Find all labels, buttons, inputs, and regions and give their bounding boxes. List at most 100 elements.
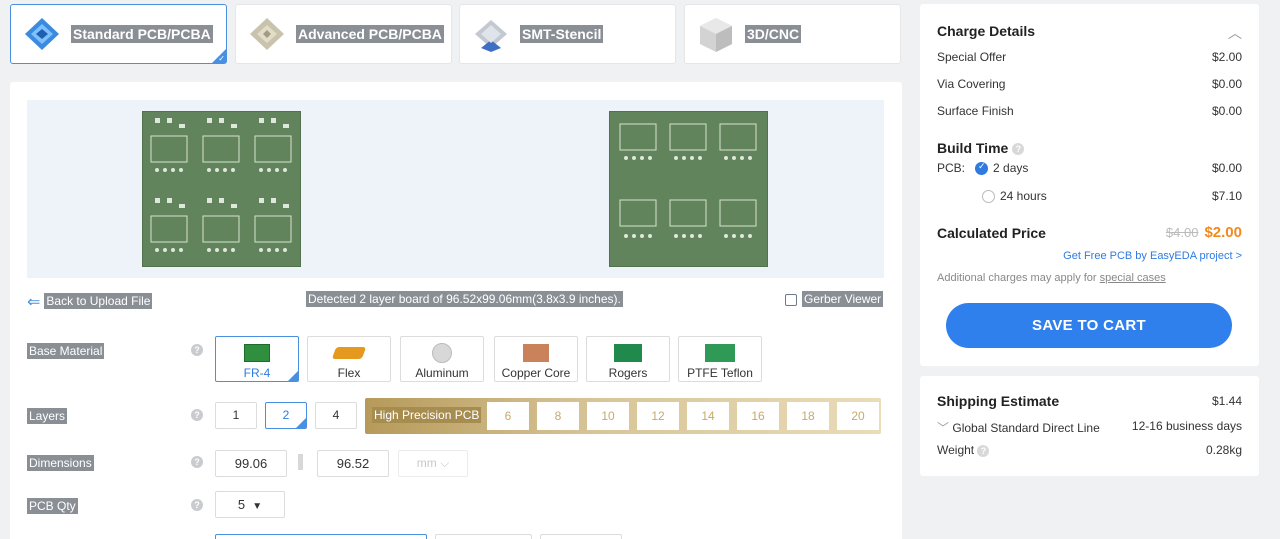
- qty-value: 5: [237, 497, 246, 512]
- chevron-up-icon[interactable]: ︿: [1228, 23, 1242, 43]
- tab-smt-stencil[interactable]: SMT-Stencil: [459, 4, 676, 64]
- charge-details-card: Charge Details ︿ Special Offer $2.00 Via…: [920, 4, 1259, 366]
- 3d-cnc-icon: [693, 11, 739, 57]
- charge-row: Special Offer $2.00: [937, 50, 1242, 64]
- layers-option-12[interactable]: 12: [637, 402, 679, 430]
- layers-value: 2: [282, 408, 290, 422]
- layers-option-1[interactable]: 1: [215, 402, 257, 429]
- advanced-pcb-icon: [244, 11, 290, 57]
- next-option[interactable]: [435, 534, 532, 539]
- shipping-method: Global Standard Direct Line: [952, 421, 1100, 435]
- dimension-y-input[interactable]: 96.52: [317, 450, 389, 477]
- special-cases-link[interactable]: special cases: [1100, 272, 1166, 284]
- magnifier-icon: [785, 293, 797, 306]
- charge-label: Surface Finish: [937, 104, 1014, 118]
- qty-select[interactable]: 5 ▼: [215, 491, 285, 518]
- layers-option-4[interactable]: 4: [315, 402, 357, 429]
- gerber-viewer-link[interactable]: Gerber Viewer: [785, 291, 884, 310]
- material-aluminum[interactable]: Aluminum: [400, 336, 484, 382]
- save-to-cart-button[interactable]: SAVE TO CART: [946, 303, 1232, 348]
- charge-value: $2.00: [1211, 50, 1242, 64]
- new-price: $2.00: [1204, 224, 1242, 241]
- tab-label: Standard PCB/PCBA: [71, 25, 213, 43]
- material-label: Aluminum: [415, 366, 469, 380]
- layers-option-14[interactable]: 14: [687, 402, 729, 430]
- unit-select[interactable]: mm ⌵: [398, 450, 468, 477]
- back-to-upload-link[interactable]: ⇐ Back to Upload File: [27, 292, 153, 311]
- charge-value: $0.00: [1211, 104, 1242, 118]
- config-panel: ⇐ Back to Upload File Detected 2 layer bo…: [10, 82, 902, 539]
- shipping-header: Shipping Estimate $1.44: [937, 393, 1242, 409]
- rogers-board-icon: [587, 342, 669, 364]
- calculated-price-row: Calculated Price $4.00 $2.00: [937, 224, 1242, 241]
- radio-icon[interactable]: [982, 190, 995, 204]
- weight-row: Weight ? 0.28kg: [937, 443, 1242, 457]
- charge-label: Via Covering: [937, 77, 1006, 91]
- charge-row: Via Covering $0.00: [937, 77, 1242, 91]
- flex-board-icon: [308, 342, 390, 364]
- dimension-x-input[interactable]: 99.06: [215, 450, 287, 477]
- build-option-2-days[interactable]: PCB: 2 days $0.00: [937, 161, 1242, 176]
- material-label: Rogers: [608, 366, 648, 380]
- material-label: Copper Core: [501, 366, 571, 380]
- note-text: Additional charges may apply for: [937, 272, 1100, 284]
- calculated-price-title: Calculated Price: [937, 224, 1046, 241]
- material-fr4[interactable]: FR-4: [215, 336, 299, 382]
- build-option-24-hours[interactable]: 24 hours $7.10: [937, 189, 1242, 204]
- next-option[interactable]: [540, 534, 622, 539]
- pcb-top-image: [142, 111, 301, 267]
- charge-details-title: Charge Details: [937, 23, 1036, 39]
- high-precision-label: High Precision PCB: [372, 407, 482, 423]
- material-rogers[interactable]: Rogers: [586, 336, 670, 382]
- selected-corner: [288, 371, 298, 381]
- pcb-label: PCB:: [937, 161, 966, 175]
- tab-3d-cnc[interactable]: 3D/CNC: [684, 4, 901, 64]
- layers-option-2[interactable]: 2: [265, 402, 307, 429]
- dimensions-label: Dimensions: [27, 455, 94, 471]
- shipping-method-select[interactable]: ﹀ Global Standard Direct Line 12-16 busi…: [937, 419, 1242, 436]
- free-pcb-link[interactable]: Get Free PCB by EasyEDA project >: [1063, 250, 1242, 262]
- build-time-title: Build Time: [937, 140, 1009, 156]
- layers-option-6[interactable]: 6: [487, 402, 529, 430]
- material-ptfe-teflon[interactable]: PTFE Teflon: [678, 336, 762, 382]
- next-option-selected[interactable]: [215, 534, 427, 539]
- pcb-preview: [27, 100, 884, 278]
- charge-row: Surface Finish $0.00: [937, 104, 1242, 118]
- help-icon[interactable]: ?: [191, 409, 203, 421]
- layers-option-16[interactable]: 16: [737, 402, 779, 430]
- help-icon[interactable]: ?: [191, 456, 203, 468]
- layers-option-18[interactable]: 18: [787, 402, 829, 430]
- build-time-header: Build Time ?: [937, 140, 1242, 156]
- chevron-down-icon: ﹀: [937, 421, 950, 435]
- material-copper-core[interactable]: Copper Core: [494, 336, 578, 382]
- tab-label: 3D/CNC: [745, 25, 802, 43]
- shipping-title: Shipping Estimate: [937, 393, 1060, 409]
- tab-advanced-pcb[interactable]: Advanced PCB/PCBA: [235, 4, 452, 64]
- layers-option-10[interactable]: 10: [587, 402, 629, 430]
- arrow-left-icon: ⇐: [27, 294, 41, 311]
- layers-option-20[interactable]: 20: [837, 402, 879, 430]
- weight-label: Weight: [937, 443, 975, 457]
- shipping-estimate-card: Shipping Estimate $1.44 ﹀ Global Standar…: [920, 376, 1259, 476]
- check-icon: ✓: [218, 54, 225, 63]
- free-pcb-row: Get Free PCB by EasyEDA project >: [937, 250, 1242, 262]
- charge-details-header[interactable]: Charge Details ︿: [937, 23, 1242, 43]
- help-icon[interactable]: ?: [191, 344, 203, 356]
- radio-selected-icon[interactable]: [975, 161, 989, 176]
- layers-option-8[interactable]: 8: [537, 402, 579, 430]
- build-option-price: $0.00: [1211, 161, 1242, 175]
- material-label: Flex: [337, 366, 361, 380]
- tab-label: Advanced PCB/PCBA: [296, 25, 444, 43]
- unit-value: mm: [416, 456, 437, 470]
- fr4-board-icon: [216, 342, 298, 364]
- help-icon[interactable]: ?: [191, 499, 203, 511]
- charge-value: $0.00: [1211, 77, 1242, 91]
- material-flex[interactable]: Flex: [307, 336, 391, 382]
- help-icon[interactable]: ?: [1012, 143, 1025, 155]
- tab-standard-pcb[interactable]: Standard PCB/PCBA ✓: [10, 4, 227, 64]
- material-label: PTFE Teflon: [687, 366, 753, 380]
- base-material-label: Base Material: [27, 343, 105, 359]
- help-icon[interactable]: ?: [977, 444, 990, 457]
- layers-label: Layers: [27, 408, 68, 424]
- copper-board-icon: [495, 342, 577, 364]
